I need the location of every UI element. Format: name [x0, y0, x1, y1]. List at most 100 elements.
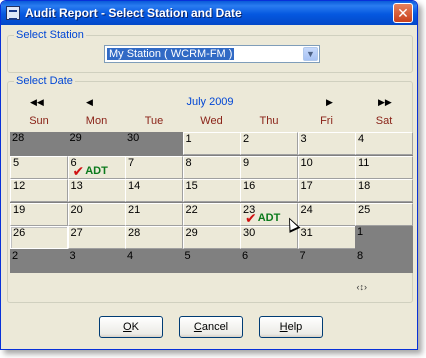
day-number: 7	[299, 249, 306, 262]
calendar-day-other-month[interactable]: 2	[10, 249, 68, 273]
day-number: 15	[185, 180, 198, 192]
day-number: 3	[300, 133, 307, 145]
day-number: 8	[185, 156, 192, 169]
day-number: 29	[185, 227, 198, 239]
day-number: 4	[127, 249, 134, 262]
calendar-day-other-month[interactable]: 4	[125, 249, 183, 273]
day-number: 26	[13, 227, 26, 239]
calendar-day-other-month[interactable]: 29	[67, 132, 126, 155]
day-of-week-label: Sun	[29, 115, 49, 127]
cancel-accel: C	[193, 321, 202, 333]
day-number: 17	[300, 180, 313, 192]
calendar-day-other-month[interactable]: 3	[67, 249, 126, 273]
day-number: 30	[243, 227, 256, 239]
calendar-day[interactable]: 4	[355, 132, 413, 155]
calendar-day[interactable]: 13	[67, 179, 126, 202]
ok-button[interactable]: OK	[99, 316, 163, 338]
size-grip-icon: ‹↕›	[356, 282, 368, 292]
month-label: July 2009	[186, 96, 234, 108]
day-number: 3	[69, 249, 76, 262]
ok-label: K	[131, 321, 139, 333]
calendar-day[interactable]: 10	[297, 155, 356, 179]
calendar-day[interactable]: 6 ✔ ADT	[67, 155, 126, 179]
help-button[interactable]: Help	[259, 316, 323, 338]
calendar-day[interactable]: 1	[182, 132, 241, 155]
adt-label: ADT	[85, 164, 108, 177]
day-number: 28	[12, 132, 25, 144]
calendar-day-other-month[interactable]: 6	[240, 249, 298, 273]
calendar-day-other-month[interactable]: 28	[10, 132, 68, 155]
calendar-day[interactable]: 25	[355, 202, 413, 226]
cancel-button[interactable]: Cancel	[179, 316, 243, 338]
calendar-day-other-month[interactable]: 7	[297, 249, 356, 273]
adt-marker: ✔ ADT	[72, 162, 108, 179]
day-of-week-label: Wed	[200, 115, 223, 127]
day-number: 2	[243, 133, 250, 145]
checkmark-icon: ✔	[72, 162, 85, 179]
help-label: elp	[287, 321, 303, 333]
calendar-day-other-month[interactable]: 8	[355, 249, 413, 273]
calendar-day[interactable]: 29	[182, 226, 241, 249]
station-dropdown[interactable]: My Station ( WCRM-FM ) ▼	[104, 45, 320, 63]
day-number: 18	[358, 180, 371, 192]
calendar-day-other-month[interactable]: 5	[182, 249, 241, 273]
calendar-day[interactable]: 12	[10, 179, 68, 202]
calendar-day[interactable]: 14	[125, 179, 183, 202]
calendar-day[interactable]: 18	[355, 179, 413, 202]
calendar-day[interactable]: 21	[125, 202, 183, 226]
day-of-week-label: Thu	[259, 115, 279, 127]
calendar-day[interactable]: 11	[355, 155, 413, 179]
calendar-day[interactable]: 22	[182, 202, 241, 226]
day-number: 21	[128, 203, 141, 216]
day-number: 13	[70, 180, 83, 192]
close-button[interactable]: ✕	[393, 3, 413, 23]
chevron-down-icon[interactable]: ▼	[303, 47, 318, 61]
calendar-day[interactable]: 19	[10, 202, 68, 226]
calendar-day-other-month[interactable]: 1	[355, 226, 413, 249]
calendar-day[interactable]: 31	[297, 226, 356, 249]
day-number: 14	[128, 180, 141, 192]
station-selected-value: My Station ( WCRM-FM )	[107, 48, 235, 60]
day-number: 20	[70, 203, 83, 216]
select-date-label: Select Date	[14, 75, 75, 87]
calendar-day[interactable]: 5	[10, 155, 68, 179]
title-bar[interactable]: Audit Report - Select Station and Date ✕	[1, 1, 417, 25]
calendar-day[interactable]: 7	[125, 155, 183, 179]
window-title: Audit Report - Select Station and Date	[25, 6, 242, 20]
calendar-day[interactable]: 3	[297, 132, 356, 155]
calendar-day[interactable]: 17	[297, 179, 356, 202]
cancel-label: ancel	[201, 321, 229, 333]
day-number: 8	[357, 249, 364, 262]
day-number: 7	[128, 156, 135, 169]
day-number: 16	[243, 180, 256, 192]
calendar-day[interactable]: 9	[240, 155, 298, 179]
day-number: 1	[357, 226, 364, 238]
select-date-group: Select Date ◀◀ ◀ July 2009 ▶ ▶▶ Sun Mon Tu…	[7, 75, 413, 303]
calendar-day[interactable]: 16	[240, 179, 298, 202]
next-month-icon[interactable]: ▶	[326, 97, 333, 108]
day-number: 24	[300, 203, 313, 216]
calendar-day[interactable]: 27	[67, 226, 126, 249]
day-number: 30	[127, 132, 140, 144]
next-year-icon[interactable]: ▶▶	[378, 97, 392, 108]
adt-marker: ✔ ADT	[245, 211, 280, 225]
day-number: 10	[300, 156, 313, 169]
calendar-day-other-month[interactable]: 30	[125, 132, 183, 155]
app-icon	[6, 6, 20, 20]
select-station-label: Select Station	[14, 29, 86, 41]
day-number: 19	[13, 203, 26, 216]
day-number: 27	[70, 227, 83, 239]
day-number: 22	[185, 203, 198, 216]
calendar-day[interactable]: 20	[67, 202, 126, 226]
calendar-day[interactable]: 8	[182, 155, 241, 179]
calendar-day[interactable]: 26	[10, 226, 68, 249]
help-accel: H	[279, 321, 288, 333]
day-of-week-label: Tue	[144, 115, 164, 127]
calendar-day[interactable]: 15	[182, 179, 241, 202]
calendar-day[interactable]: 2	[240, 132, 298, 155]
day-number: 31	[300, 227, 313, 239]
day-number: 25	[358, 203, 371, 216]
calendar-day[interactable]: 28	[125, 226, 183, 249]
day-of-week-label: Fri	[320, 115, 333, 127]
calendar-day[interactable]: 24	[297, 202, 356, 226]
